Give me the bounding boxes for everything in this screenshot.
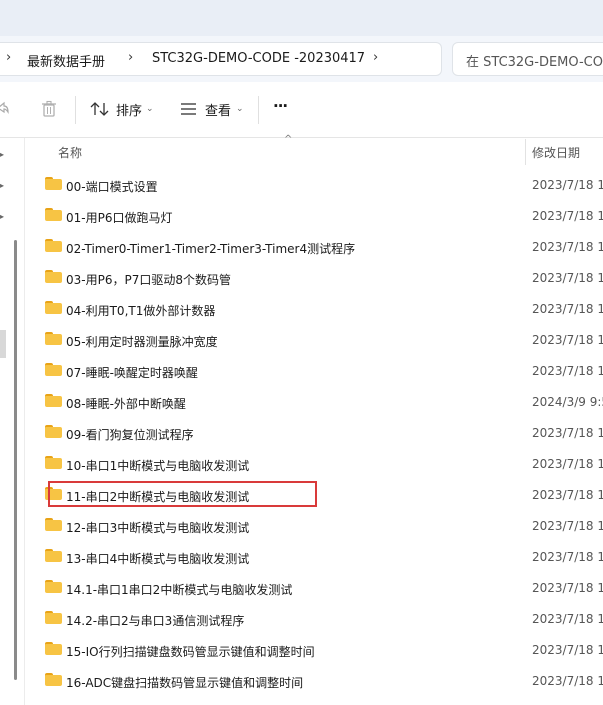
file-modified-date: 2023/7/18 1 xyxy=(532,674,603,688)
sort-icon[interactable] xyxy=(90,101,110,117)
file-name: 05-利用定时器测量脉冲宽度 xyxy=(66,335,218,349)
breadcrumb-item-demo-code[interactable]: STC32G-DEMO-CODE -20230417 xyxy=(152,51,365,66)
file-modified-date: 2023/7/18 1 xyxy=(532,271,603,285)
more-options-button[interactable]: ··· xyxy=(273,97,288,115)
file-modified-date: 2023/7/18 1 xyxy=(532,209,603,223)
folder-icon xyxy=(45,301,62,314)
folder-icon xyxy=(45,332,62,345)
breadcrumb-chevron-icon[interactable]: › xyxy=(128,50,133,65)
file-modified-date: 2023/7/18 1 xyxy=(532,612,603,626)
file-row[interactable]: 03-用P6，P7口驱动8个数码管 2023/7/18 1 xyxy=(40,263,603,294)
folder-icon xyxy=(45,580,62,593)
expand-arrow-icon[interactable]: ▸ xyxy=(0,212,4,221)
file-row[interactable]: 15-IO行列扫描键盘数码管显示键值和调整时间 2023/7/18 1 xyxy=(40,635,603,666)
navigation-pane xyxy=(0,138,22,705)
search-placeholder: 在 STC32G-DEMO-CO xyxy=(466,55,603,70)
breadcrumb-chevron-icon[interactable]: › xyxy=(373,50,378,65)
file-modified-date: 2023/7/18 1 xyxy=(532,178,603,192)
file-row[interactable]: 14.2-串口2与串口3通信测试程序 2023/7/18 1 xyxy=(40,604,603,635)
file-row[interactable]: 16-ADC键盘扫描数码管显示键值和调整时间 2023/7/18 1 xyxy=(40,666,603,697)
folder-icon xyxy=(45,208,62,221)
file-name: 14.1-串口1串口2中断模式与电脑收发测试 xyxy=(66,583,293,597)
file-name: 01-用P6口做跑马灯 xyxy=(66,211,173,225)
folder-icon xyxy=(45,425,62,438)
delete-icon[interactable] xyxy=(40,100,58,118)
file-modified-date: 2023/7/18 1 xyxy=(532,488,603,502)
view-button[interactable]: 查看 xyxy=(205,100,231,119)
file-name: 02-Timer0-Timer1-Timer2-Timer3-Timer4测试程… xyxy=(66,242,356,256)
column-separator[interactable] xyxy=(525,139,526,165)
nav-selected-marker xyxy=(0,330,6,358)
file-row[interactable]: 09-看门狗复位测试程序 2023/7/18 1 xyxy=(40,418,603,449)
file-name: 08-睡眠-外部中断唤醒 xyxy=(66,397,186,411)
folder-icon xyxy=(45,518,62,531)
chevron-down-icon[interactable]: ⌄ xyxy=(146,104,154,114)
file-modified-date: 2023/7/18 1 xyxy=(532,643,603,657)
expand-arrow-icon[interactable]: ▸ xyxy=(0,181,4,190)
file-name: 03-用P6，P7口驱动8个数码管 xyxy=(66,273,231,287)
folder-icon xyxy=(45,270,62,283)
file-row[interactable]: 14.1-串口1串口2中断模式与电脑收发测试 2023/7/18 1 xyxy=(40,573,603,604)
file-row[interactable]: 10-串口1中断模式与电脑收发测试 2023/7/18 1 xyxy=(40,449,603,480)
folder-icon xyxy=(45,673,62,686)
folder-icon xyxy=(45,177,62,190)
file-row[interactable]: 08-睡眠-外部中断唤醒 2024/3/9 9:5 xyxy=(40,387,603,418)
file-name: 04-利用T0,T1做外部计数器 xyxy=(66,304,216,318)
file-row[interactable]: 05-利用定时器测量脉冲宽度 2023/7/18 1 xyxy=(40,325,603,356)
folder-icon xyxy=(45,363,62,376)
file-name: 13-串口4中断模式与电脑收发测试 xyxy=(66,552,250,566)
folder-icon xyxy=(45,394,62,407)
file-row[interactable]: 13-串口4中断模式与电脑收发测试 2023/7/18 1 xyxy=(40,542,603,573)
file-name: 12-串口3中断模式与电脑收发测试 xyxy=(66,521,250,535)
file-modified-date: 2023/7/18 1 xyxy=(532,550,603,564)
file-name: 16-ADC键盘扫描数码管显示键值和调整时间 xyxy=(66,676,304,690)
folder-icon xyxy=(45,239,62,252)
file-modified-date: 2024/3/9 9:5 xyxy=(532,395,603,409)
file-name: 07-睡眠-唤醒定时器唤醒 xyxy=(66,366,198,380)
file-name: 15-IO行列扫描键盘数码管显示键值和调整时间 xyxy=(66,645,315,659)
breadcrumb-chevron-icon[interactable]: › xyxy=(6,50,11,65)
file-row[interactable]: 01-用P6口做跑马灯 2023/7/18 1 xyxy=(40,201,603,232)
breadcrumb-item-datasheet[interactable]: 最新数据手册 xyxy=(27,51,105,70)
chevron-down-icon[interactable]: ⌄ xyxy=(236,104,244,114)
file-name: 09-看门狗复位测试程序 xyxy=(66,428,194,442)
file-modified-date: 2023/7/18 1 xyxy=(532,333,603,347)
sort-ascending-icon: ^ xyxy=(284,134,293,145)
file-row[interactable]: 12-串口3中断模式与电脑收发测试 2023/7/18 1 xyxy=(40,511,603,542)
file-modified-date: 2023/7/18 1 xyxy=(532,581,603,595)
folder-icon xyxy=(45,642,62,655)
title-strip xyxy=(0,0,603,36)
file-row[interactable]: 07-睡眠-唤醒定时器唤醒 2023/7/18 1 xyxy=(40,356,603,387)
pane-divider[interactable] xyxy=(24,138,25,705)
toolbar-separator xyxy=(75,96,76,124)
view-icon[interactable] xyxy=(180,102,198,116)
column-header-modified[interactable]: 修改日期 xyxy=(532,144,580,161)
file-row[interactable]: 00-端口模式设置 2023/7/18 1 xyxy=(40,170,603,201)
toolbar-separator xyxy=(258,96,259,124)
file-modified-date: 2023/7/18 1 xyxy=(532,457,603,471)
file-name: 14.2-串口2与串口3通信测试程序 xyxy=(66,614,245,628)
file-modified-date: 2023/7/18 1 xyxy=(532,364,603,378)
file-modified-date: 2023/7/18 1 xyxy=(532,240,603,254)
file-modified-date: 2023/7/18 1 xyxy=(532,519,603,533)
navigation-scrollbar[interactable] xyxy=(14,240,17,680)
folder-icon xyxy=(45,549,62,562)
column-header-name[interactable]: 名称 xyxy=(58,144,82,161)
file-modified-date: 2023/7/18 1 xyxy=(532,426,603,440)
share-icon[interactable] xyxy=(0,100,10,116)
highlight-box xyxy=(48,481,317,507)
folder-icon xyxy=(45,456,62,469)
expand-arrow-icon[interactable]: ▸ xyxy=(0,150,4,159)
sort-button[interactable]: 排序 xyxy=(116,100,142,119)
file-name: 10-串口1中断模式与电脑收发测试 xyxy=(66,459,250,473)
file-modified-date: 2023/7/18 1 xyxy=(532,302,603,316)
file-row[interactable]: 04-利用T0,T1做外部计数器 2023/7/18 1 xyxy=(40,294,603,325)
folder-icon xyxy=(45,611,62,624)
file-row[interactable]: 02-Timer0-Timer1-Timer2-Timer3-Timer4测试程… xyxy=(40,232,603,263)
file-name: 00-端口模式设置 xyxy=(66,180,158,194)
